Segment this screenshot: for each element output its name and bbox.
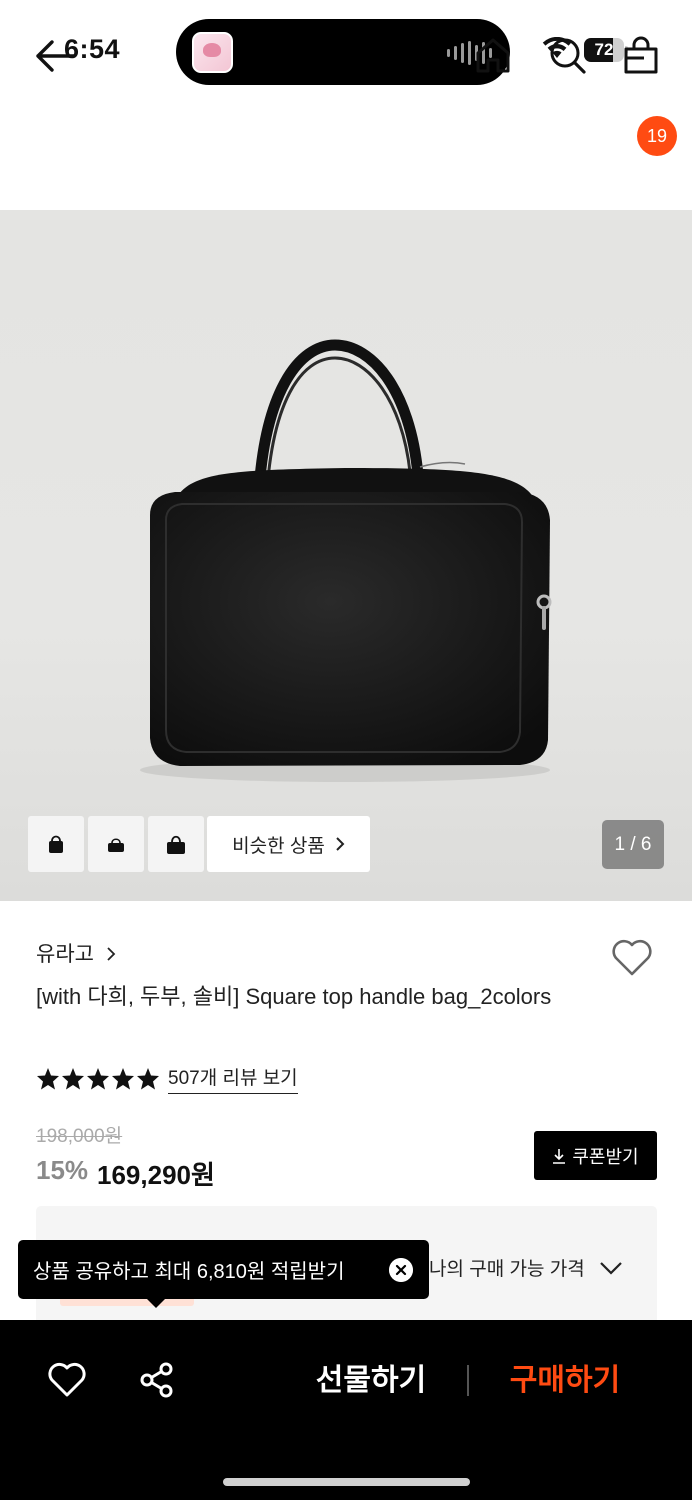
coupon-label: 쿠폰받기 [572,1146,639,1167]
download-icon [553,1148,566,1164]
home-icon[interactable] [472,34,514,76]
download-coupon-button[interactable]: 쿠폰받기 [534,1131,657,1180]
buy-button[interactable]: 구매하기 [490,1357,640,1405]
brand-link[interactable]: 유라고 [36,938,116,968]
thumbnail-2[interactable] [88,816,144,872]
star-icon [112,1068,134,1090]
tooltip-pointer [146,1298,166,1308]
my-price-toggle[interactable]: 나의 구매 가능 가격 [429,1254,623,1281]
chevron-right-icon [107,947,116,961]
bag-thumbnail-icon [167,835,185,854]
discount-rate: 15% [36,1155,89,1185]
dynamic-island[interactable] [176,19,510,85]
back-arrow-icon[interactable] [30,36,80,76]
star-icon [62,1068,84,1090]
status-bar: 6:54 72 [0,0,692,100]
original-price: 198,000원 [36,1126,123,1147]
tooltip-text: 상품 공유하고 최대 6,810원 적립받기 [33,1261,345,1283]
product-title: [with 다희, 두부, 솔비] Square top handle bag_… [36,984,552,1009]
thumbnail-3[interactable] [148,816,204,872]
close-icon[interactable] [389,1258,413,1282]
gift-button[interactable]: 선물하기 [296,1357,446,1405]
star-icon [137,1068,159,1090]
share-icon[interactable] [138,1361,176,1399]
product-bag-image [140,339,552,782]
similar-products-button[interactable]: 비슷한 상품 [207,816,370,872]
battery-level: 72 [594,40,614,59]
chevron-right-icon [336,837,345,851]
top-navigation [0,100,692,210]
bag-thumbnail-icon [49,835,63,853]
search-icon[interactable] [546,34,588,76]
thumbnail-1[interactable] [28,816,84,872]
brand-name: 유라고 [36,943,94,966]
chevron-down-icon [599,1261,622,1275]
share-reward-tooltip: 상품 공유하고 최대 6,810원 적립받기 [18,1240,429,1299]
reviews-link[interactable]: 507개 리뷰 보기 [168,1063,298,1094]
product-image-carousel[interactable] [0,210,692,901]
image-page-counter: 1 / 6 [602,820,664,869]
bag-thumbnail-icon [108,838,124,852]
shopping-bag-icon[interactable] [620,34,662,76]
bottom-action-bar [0,1320,692,1500]
wishlist-heart-icon[interactable] [610,936,654,978]
heart-icon[interactable] [48,1362,86,1398]
rating-stars [36,1067,160,1090]
my-price-label: 나의 구매 가능 가격 [429,1259,585,1280]
star-icon [87,1068,109,1090]
similar-products-label: 비슷한 상품 [232,835,325,857]
now-playing-app-icon [192,32,233,73]
cart-count-badge: 19 [637,116,677,156]
star-icon [37,1068,59,1090]
bottom-bar-divider [467,1365,469,1396]
product-rating: 507개 리뷰 보기 [36,1063,298,1094]
home-indicator[interactable] [223,1478,470,1486]
sale-price: 169,290원 [97,1160,215,1190]
